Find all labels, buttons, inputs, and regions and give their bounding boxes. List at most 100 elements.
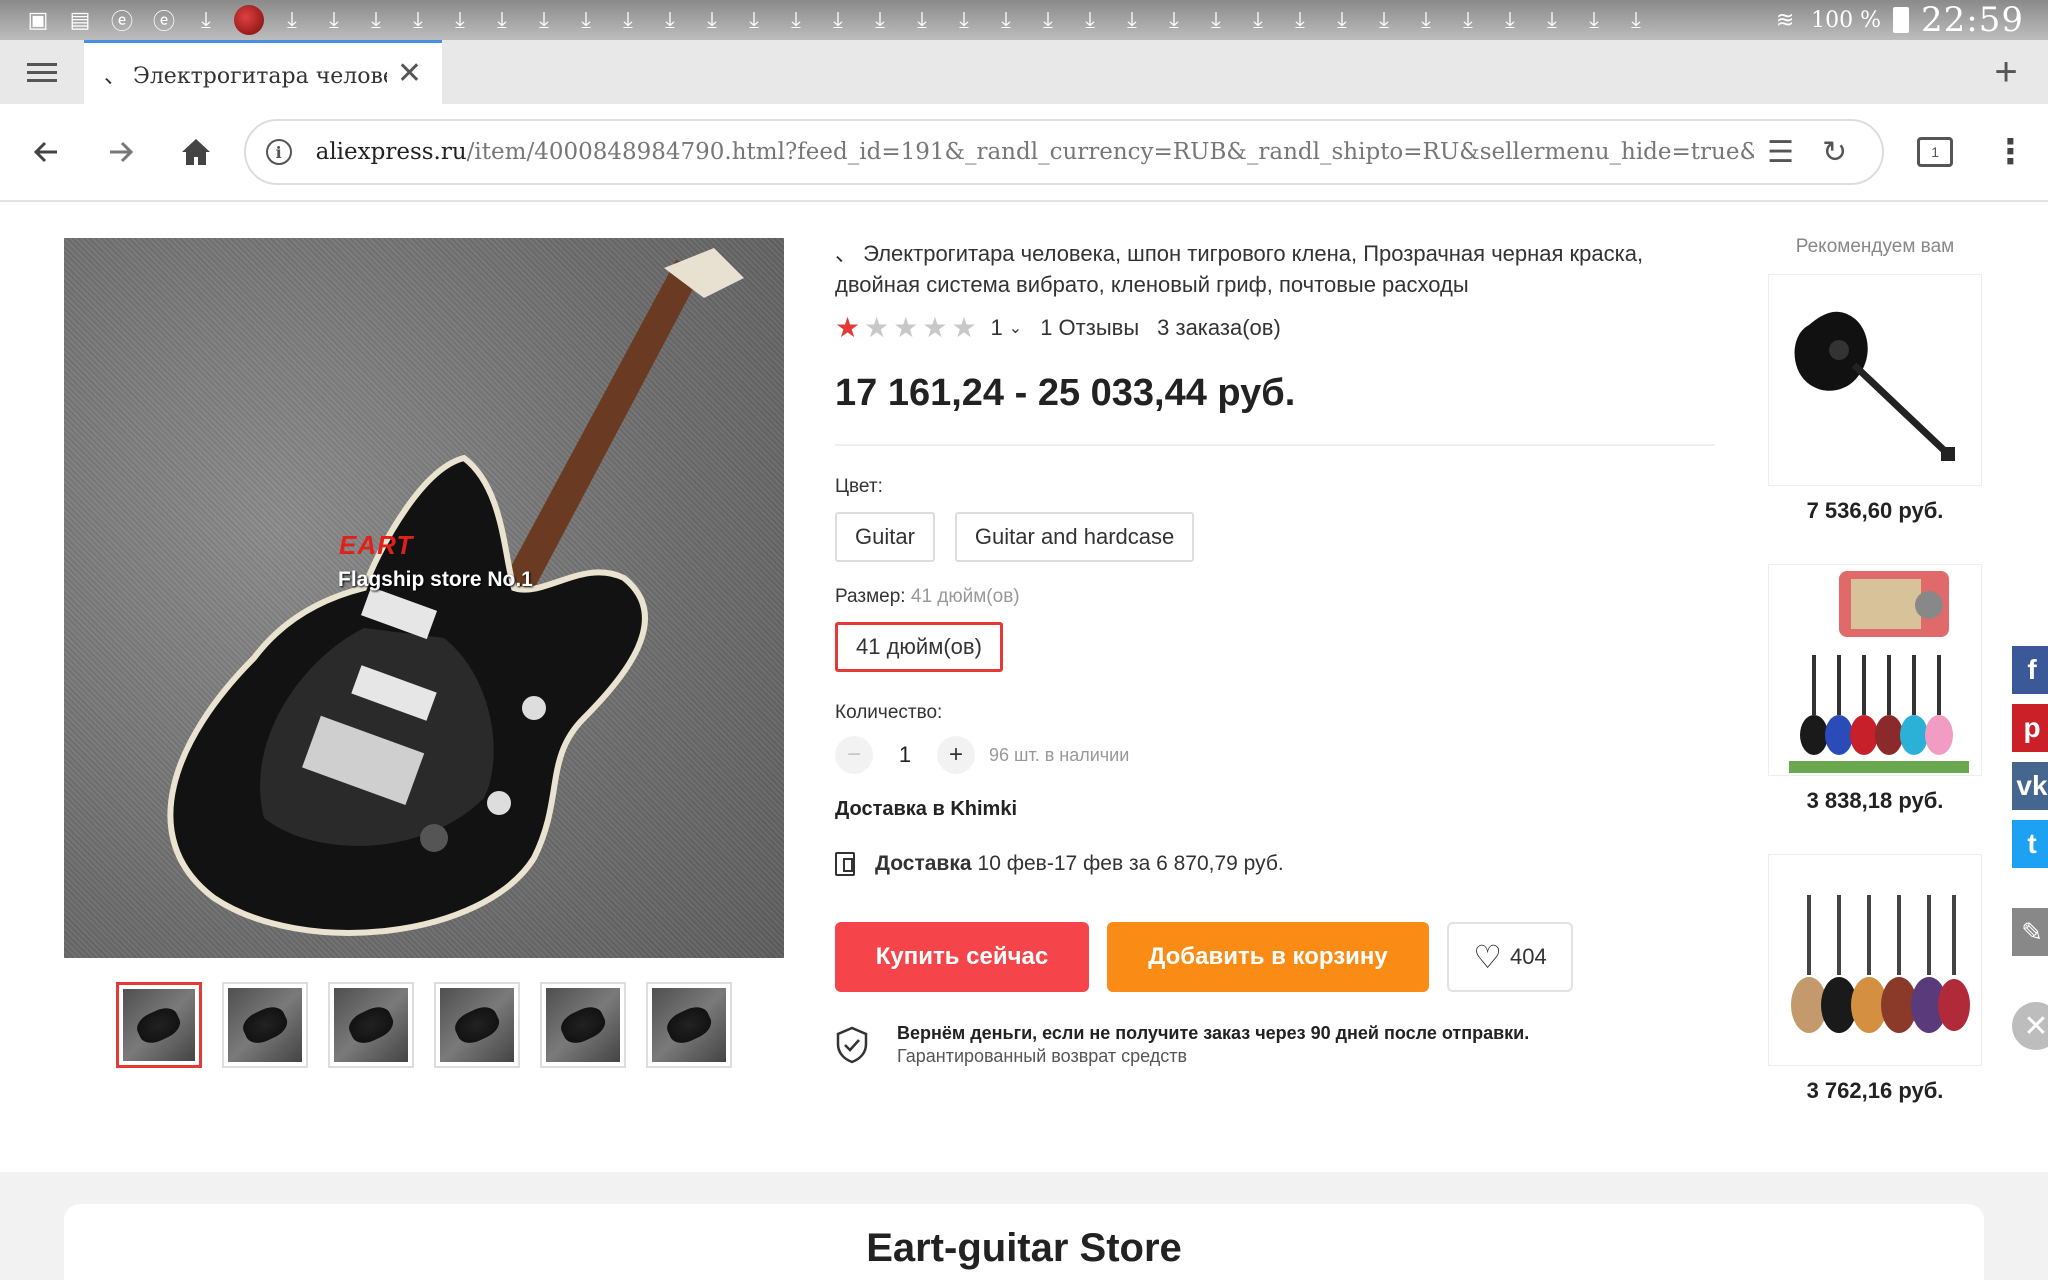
thumbnail-image (652, 988, 726, 1062)
hamburger-icon (27, 62, 57, 82)
download-notification-icon: ⤓ (1043, 7, 1053, 32)
download-notification-icon: ⤓ (1463, 7, 1473, 32)
download-notification-icon: ⤓ (581, 7, 591, 32)
decrease-quantity-button[interactable]: − (835, 736, 873, 774)
download-notification-icon: ⤓ (917, 7, 927, 32)
social-share-rail: f p vk t (2012, 646, 2048, 868)
download-notification-icon: ⤓ (749, 7, 759, 32)
color-option-guitar[interactable]: Guitar (835, 512, 935, 562)
recommended-item-price[interactable]: 7 536,60 руб. (1760, 498, 1990, 524)
download-notification-icon: ⤓ (1337, 7, 1347, 32)
download-notification-icon: ⤓ (1253, 7, 1263, 32)
address-bar[interactable]: i aliexpress.ru/item/4000848984790.html?… (243, 119, 1884, 185)
gallery-notification-icon: ▤ (69, 7, 91, 32)
color-label: Цвет: (835, 476, 883, 497)
download-notification-icon: ⤓ (623, 7, 633, 32)
close-tab-icon[interactable]: ✕ (397, 56, 422, 91)
download-notification-icon: ⤓ (1001, 7, 1011, 32)
download-notification-icon: ⤓ (1379, 7, 1389, 32)
thumbnail[interactable] (328, 982, 414, 1068)
product-page: EART Flagship store No.1 、 Электрогитара… (0, 202, 2048, 1284)
delivery-label: Доставка (875, 852, 972, 875)
quantity-value[interactable]: 1 (873, 742, 937, 768)
back-button[interactable] (8, 114, 83, 190)
acoustic-guitars-set-image (1791, 895, 1970, 1033)
ship-to-location[interactable]: Доставка в Khimki (835, 798, 1017, 821)
recommended-item-image[interactable] (1768, 564, 1982, 776)
vk-share-icon[interactable]: vk (2012, 762, 2048, 810)
facebook-share-icon[interactable]: f (2012, 646, 2048, 694)
recommended-item-price[interactable]: 3 762,16 руб. (1760, 1078, 1990, 1104)
new-tab-button[interactable]: + (1964, 40, 2048, 104)
reader-mode-icon[interactable]: ☰ (1754, 135, 1808, 170)
more-menu-button[interactable]: ⋮ (1973, 114, 2048, 190)
wishlist-button[interactable]: ♡ 404 (1447, 922, 1573, 992)
back-arrow-icon (33, 141, 57, 163)
close-share-rail-icon[interactable]: ✕ (2012, 1002, 2048, 1050)
recommended-title: Рекомендуем вам (1795, 236, 1955, 257)
status-bar: ▣ ▤ ⓔ ⓔ ⤓ ⤓ ⤓ ⤓ ⤓ ⤓ ⤓ ⤓ ⤓ ⤓ ⤓ ⤓ ⤓ ⤓ ⤓ ⤓ … (0, 0, 2048, 40)
thumbnail-image (123, 989, 195, 1061)
acoustic-guitar-image (1794, 311, 1955, 461)
download-notification-icon: ⤓ (1211, 7, 1221, 32)
rating-value[interactable]: 1 (991, 315, 1003, 341)
forward-button[interactable] (83, 114, 158, 190)
quantity-stepper: − 1 + 96 шт. в наличии (835, 736, 1129, 774)
colorful-guitars-image (1789, 571, 1969, 773)
download-notification-icon: ⤓ (329, 7, 339, 32)
download-notification-icon: ⤓ (1127, 7, 1137, 32)
thumbnail-image (546, 988, 620, 1062)
pinterest-share-icon[interactable]: p (2012, 704, 2048, 752)
recommended-item-price[interactable]: 3 838,18 руб. (1760, 788, 1990, 814)
reload-icon[interactable]: ↻ (1808, 135, 1862, 170)
thumbnail[interactable] (646, 982, 732, 1068)
site-info-icon[interactable]: i (265, 139, 292, 165)
guarantee-title: Вернём деньги, если не получите заказ че… (897, 1023, 1530, 1043)
tabs-menu-button[interactable] (0, 40, 84, 104)
battery-icon (1893, 7, 1910, 33)
product-title: 、 Электрогитара человека, шпон тигрового… (835, 241, 1644, 297)
edit-pencil-icon[interactable]: ✎ (2012, 908, 2048, 956)
size-selected-value: 41 дюйм(ов) (910, 586, 1020, 607)
tab-switcher-button[interactable]: 1 (1898, 114, 1973, 190)
photo-notification-icon: ▣ (27, 7, 49, 32)
color-options: Guitar Guitar and hardcase (835, 512, 1195, 562)
thumbnail[interactable] (540, 982, 626, 1068)
shield-check-icon (836, 1026, 868, 1064)
thumbnail-image (228, 988, 302, 1062)
thumbnail[interactable] (116, 982, 202, 1068)
buy-now-button[interactable]: Купить сейчас (835, 922, 1089, 992)
twitter-share-icon[interactable]: t (2012, 820, 2048, 868)
quantity-label: Количество: (835, 702, 943, 723)
download-notification-icon: ⤓ (1295, 7, 1305, 32)
reviews-link[interactable]: 1 Отзывы (1040, 315, 1139, 341)
url-host: aliexpress.ru (315, 139, 467, 165)
thumbnail[interactable] (222, 982, 308, 1068)
thumbnail[interactable] (434, 982, 520, 1068)
star-empty-icon: ★ (893, 312, 919, 343)
product-price: 17 161,24 - 25 033,44 руб. (835, 372, 1296, 414)
home-button[interactable] (158, 114, 233, 190)
download-notification-icon: ⤓ (707, 7, 717, 32)
increase-quantity-button[interactable]: + (937, 736, 975, 774)
color-option-guitar-hardcase[interactable]: Guitar and hardcase (954, 512, 1195, 562)
chevron-down-icon[interactable]: ⌄ (1009, 318, 1022, 338)
add-to-cart-button[interactable]: Добавить в корзину (1107, 922, 1429, 992)
size-option-41[interactable]: 41 дюйм(ов) (835, 622, 1003, 672)
download-notification-icon: ⤓ (371, 7, 381, 32)
home-icon (182, 139, 210, 165)
store-name[interactable]: Eart-guitar Store (64, 1204, 1984, 1271)
thumbnail-image (440, 988, 514, 1062)
thumbnail-strip (116, 982, 732, 1068)
browser-toolbar: i aliexpress.ru/item/4000848984790.html?… (0, 104, 2048, 202)
recommended-item-image[interactable] (1768, 854, 1982, 1066)
browser-tab[interactable]: 、 Электрогитара человека ✕ (84, 40, 442, 104)
download-notification-icon: ⤓ (791, 7, 801, 32)
star-empty-icon: ★ (864, 312, 890, 343)
url-text[interactable]: aliexpress.ru/item/4000848984790.html?fe… (316, 139, 1754, 165)
star-filled-icon: ★ (835, 312, 861, 343)
product-main-image[interactable]: EART Flagship store No.1 (64, 238, 784, 958)
download-notification-icon: ⤓ (1631, 7, 1641, 32)
recommended-item-image[interactable] (1768, 274, 1982, 486)
clock: 22:59 (1921, 0, 2024, 40)
